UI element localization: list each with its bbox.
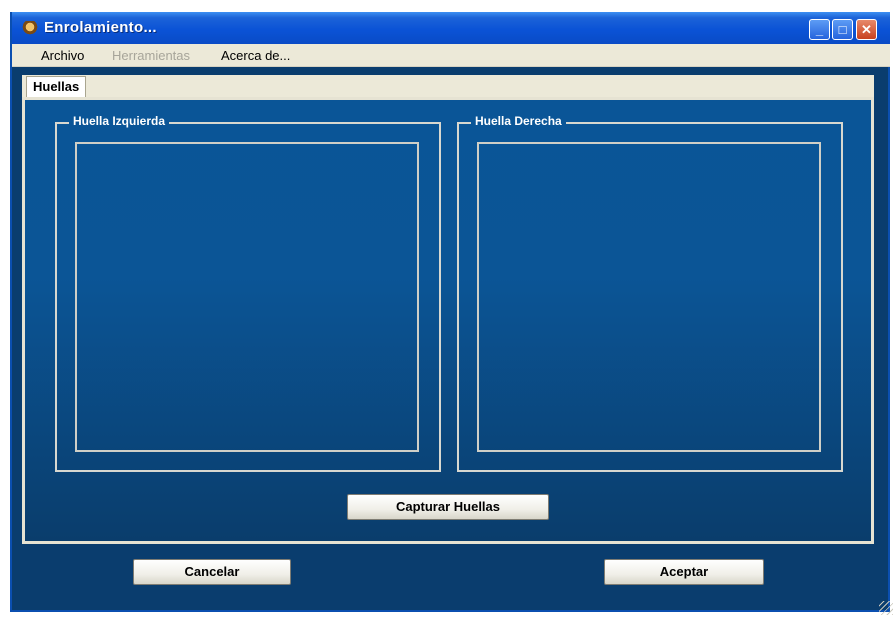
menu-herramientas: Herramientas: [112, 48, 191, 63]
group-huella-izquierda: Huella Izquierda: [55, 114, 441, 472]
fingerprint-right-display: [477, 142, 821, 452]
app-icon: [22, 21, 38, 36]
fingerprint-left-display: [75, 142, 419, 452]
menu-bar: Archivo Herramientas Acerca de...: [12, 44, 890, 67]
tab-huellas[interactable]: Huellas: [26, 76, 87, 97]
cancel-button[interactable]: Cancelar: [133, 559, 291, 585]
maximize-button[interactable]: □: [832, 19, 853, 40]
tab-strip: Huellas: [22, 75, 874, 97]
resize-grip-icon[interactable]: [879, 601, 893, 615]
capture-fingerprints-button[interactable]: Capturar Huellas: [347, 494, 549, 520]
group-huella-derecha: Huella Derecha: [457, 114, 843, 472]
group-label-izquierda: Huella Izquierda: [69, 114, 170, 128]
tab-panel-huellas: Huella Izquierda Huella Derecha Capturar…: [22, 97, 874, 544]
menu-archivo[interactable]: Archivo: [41, 48, 84, 63]
close-button[interactable]: ✕: [856, 19, 877, 40]
minimize-button[interactable]: _: [809, 19, 830, 40]
group-label-derecha: Huella Derecha: [471, 114, 566, 128]
menu-acerca-de[interactable]: Acerca de...: [221, 48, 290, 63]
title-bar[interactable]: Enrolamiento... _ □ ✕: [12, 12, 890, 44]
window-title: Enrolamiento...: [44, 19, 157, 36]
accept-button[interactable]: Aceptar: [604, 559, 764, 585]
